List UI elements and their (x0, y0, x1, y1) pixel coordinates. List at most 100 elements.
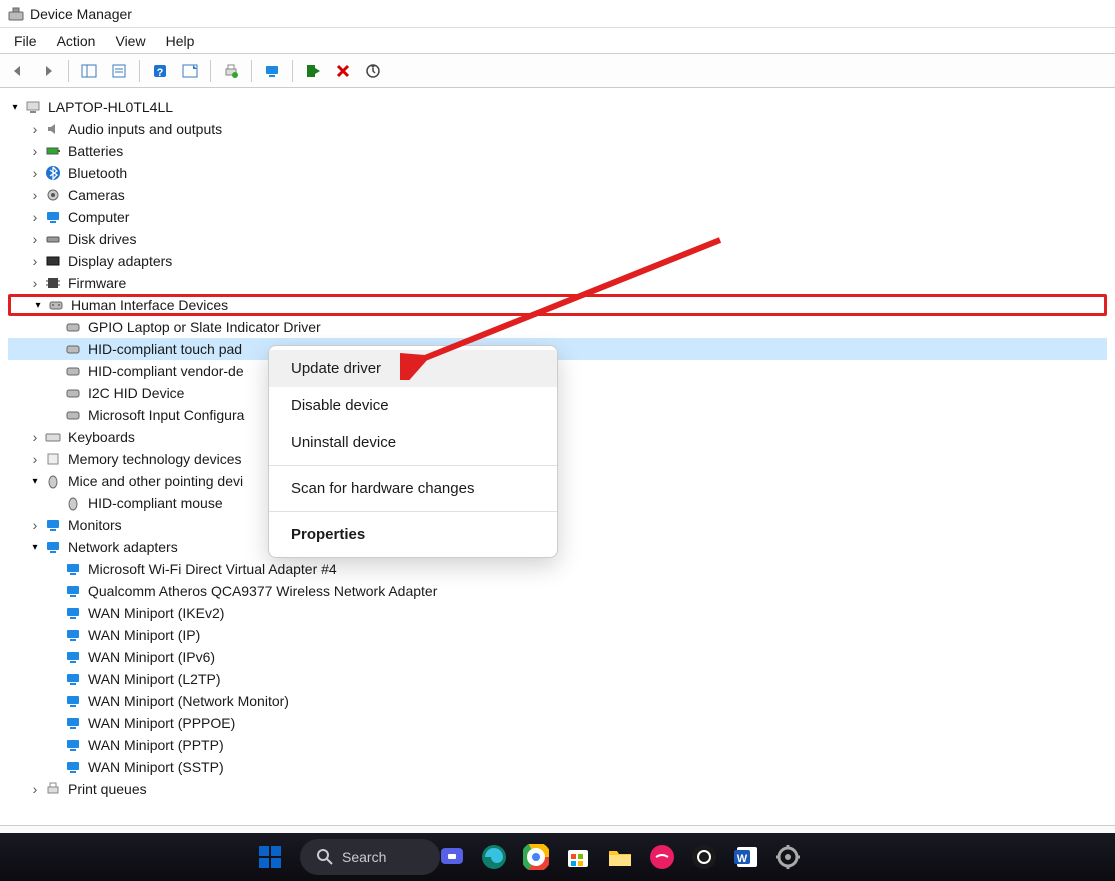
tree-item-l2tp[interactable]: WAN Miniport (L2TP) (8, 668, 1107, 690)
ctx-uninstall-device[interactable]: Uninstall device (269, 424, 557, 461)
store-icon[interactable] (564, 843, 592, 871)
hid-icon (47, 296, 65, 314)
back-button[interactable] (4, 58, 32, 84)
app-circle-dark-icon[interactable] (690, 843, 718, 871)
chat-icon[interactable] (438, 843, 466, 871)
chevron-right-icon[interactable] (28, 209, 42, 225)
chevron-down-icon[interactable] (28, 476, 42, 487)
tree-item-ip[interactable]: WAN Miniport (IP) (8, 624, 1107, 646)
svg-text:W: W (736, 853, 747, 865)
ctx-properties[interactable]: Properties (269, 516, 557, 553)
hid-icon (64, 318, 82, 336)
print-button[interactable] (217, 58, 245, 84)
uninstall-button[interactable] (329, 58, 357, 84)
disable-button[interactable] (359, 58, 387, 84)
menu-help[interactable]: Help (158, 31, 203, 51)
tree-category-display[interactable]: Display adapters (8, 250, 1107, 272)
tree-item-qca[interactable]: Qualcomm Atheros QCA9377 Wireless Networ… (8, 580, 1107, 602)
chevron-down-icon[interactable] (31, 300, 45, 311)
ctx-scan-hardware[interactable]: Scan for hardware changes (269, 470, 557, 507)
word-icon[interactable]: W (732, 843, 760, 871)
menu-view[interactable]: View (107, 31, 153, 51)
tree-category-bluetooth[interactable]: Bluetooth (8, 162, 1107, 184)
search-placeholder: Search (342, 849, 386, 865)
start-button[interactable] (250, 837, 290, 877)
app-circle-pink-icon[interactable] (648, 843, 676, 871)
ctx-separator (269, 465, 557, 466)
mouse-icon (64, 494, 82, 512)
menu-action[interactable]: Action (49, 31, 104, 51)
tree-item-pppoe[interactable]: WAN Miniport (PPPOE) (8, 712, 1107, 734)
settings-icon[interactable] (774, 843, 802, 871)
tree-root[interactable]: LAPTOP-HL0TL4LL (8, 96, 1107, 118)
network-icon (44, 538, 62, 556)
ctx-disable-device[interactable]: Disable device (269, 387, 557, 424)
network-adapter-icon (64, 714, 82, 732)
tree-item-ipv6[interactable]: WAN Miniport (IPv6) (8, 646, 1107, 668)
battery-icon (44, 142, 62, 160)
chevron-right-icon[interactable] (28, 517, 42, 533)
network-adapter-icon (64, 560, 82, 578)
device-manager-window: Device Manager File Action View Help ? L… (0, 0, 1115, 881)
tree-category-hid[interactable]: Human Interface Devices (8, 294, 1107, 316)
chevron-right-icon[interactable] (28, 275, 42, 291)
action-button[interactable] (176, 58, 204, 84)
properties-button[interactable] (105, 58, 133, 84)
tree-item-netmon[interactable]: WAN Miniport (Network Monitor) (8, 690, 1107, 712)
svg-text:?: ? (157, 67, 164, 79)
tree-category-disk[interactable]: Disk drives (8, 228, 1107, 250)
mouse-icon (44, 472, 62, 490)
network-adapter-icon (64, 582, 82, 600)
help-button[interactable]: ? (146, 58, 174, 84)
network-adapter-icon (64, 648, 82, 666)
network-adapter-icon (64, 692, 82, 710)
tree-category-firmware[interactable]: Firmware (8, 272, 1107, 294)
chevron-right-icon[interactable] (28, 253, 42, 269)
monitor-icon (44, 208, 62, 226)
tree-item-gpio[interactable]: GPIO Laptop or Slate Indicator Driver (8, 316, 1107, 338)
display-adapter-icon (44, 252, 62, 270)
chevron-right-icon[interactable] (28, 187, 42, 203)
chevron-right-icon[interactable] (28, 429, 42, 445)
computer-icon (24, 98, 42, 116)
forward-button[interactable] (34, 58, 62, 84)
tree-category-cameras[interactable]: Cameras (8, 184, 1107, 206)
context-menu: Update driver Disable device Uninstall d… (268, 345, 558, 558)
tree-item-pptp[interactable]: WAN Miniport (PPTP) (8, 734, 1107, 756)
network-adapter-icon (64, 758, 82, 776)
tree-item-wfd[interactable]: Microsoft Wi-Fi Direct Virtual Adapter #… (8, 558, 1107, 580)
network-adapter-icon (64, 604, 82, 622)
tree-item-ikev2[interactable]: WAN Miniport (IKEv2) (8, 602, 1107, 624)
chevron-right-icon[interactable] (28, 451, 42, 467)
monitor-icon (44, 516, 62, 534)
menu-file[interactable]: File (6, 31, 45, 51)
chevron-right-icon[interactable] (28, 165, 42, 181)
titlebar: Device Manager (0, 0, 1115, 28)
ctx-separator (269, 511, 557, 512)
tree-item-sstp[interactable]: WAN Miniport (SSTP) (8, 756, 1107, 778)
update-driver-button[interactable] (299, 58, 327, 84)
chevron-right-icon[interactable] (28, 781, 42, 797)
camera-icon (44, 186, 62, 204)
disk-icon (44, 230, 62, 248)
bluetooth-icon (44, 164, 62, 182)
chevron-right-icon[interactable] (28, 143, 42, 159)
explorer-icon[interactable] (606, 843, 634, 871)
hid-icon (64, 406, 82, 424)
show-hide-tree-button[interactable] (75, 58, 103, 84)
edge-icon[interactable] (480, 843, 508, 871)
network-adapter-icon (64, 670, 82, 688)
tree-category-printq[interactable]: Print queues (8, 778, 1107, 800)
tree-category-computer[interactable]: Computer (8, 206, 1107, 228)
scan-hardware-button[interactable] (258, 58, 286, 84)
tree-category-audio[interactable]: Audio inputs and outputs (8, 118, 1107, 140)
chevron-right-icon[interactable] (28, 231, 42, 247)
chevron-down-icon[interactable] (8, 102, 22, 113)
taskbar-search[interactable]: Search (300, 839, 440, 875)
tree-category-batteries[interactable]: Batteries (8, 140, 1107, 162)
chevron-right-icon[interactable] (28, 121, 42, 137)
ctx-update-driver[interactable]: Update driver (269, 350, 557, 387)
hid-icon (64, 362, 82, 380)
chrome-icon[interactable] (522, 843, 550, 871)
chevron-down-icon[interactable] (28, 542, 42, 553)
